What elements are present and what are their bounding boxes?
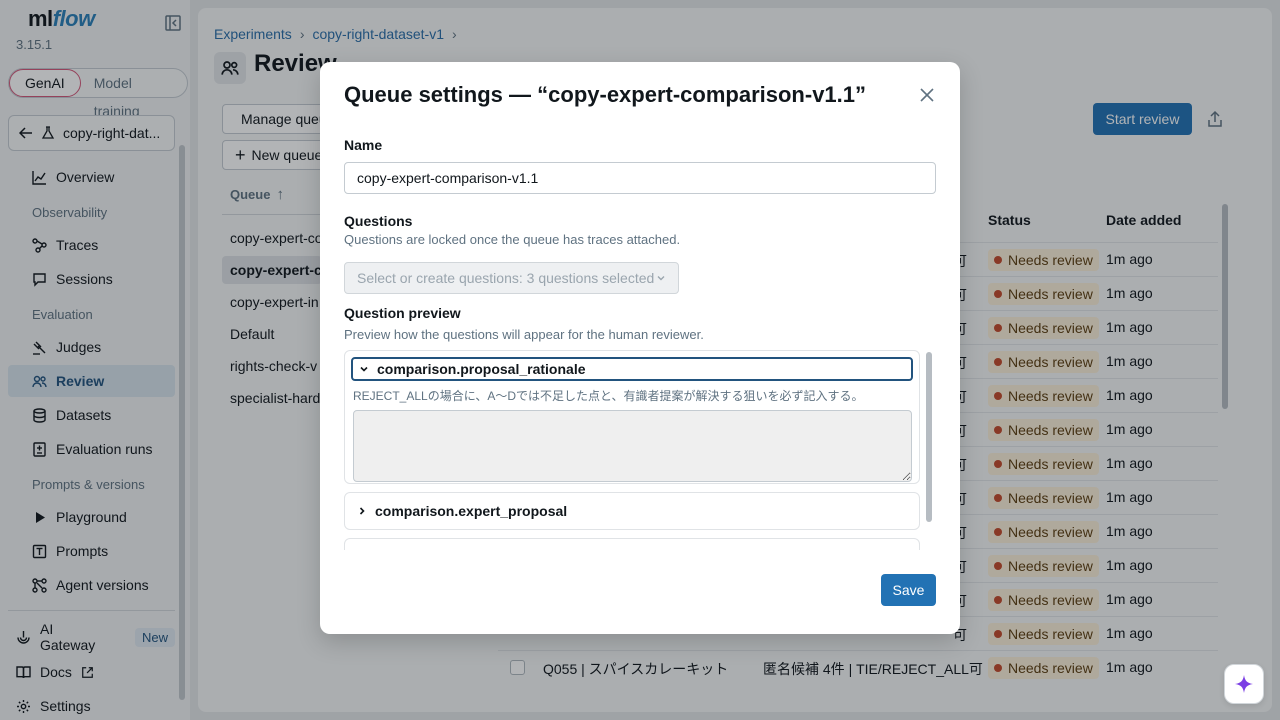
assistant-button[interactable] xyxy=(1224,664,1264,704)
question-accordion-collapsed[interactable]: comparison.expert_proposal xyxy=(344,492,920,530)
question-accordion-expanded: comparison.proposal_rationale REJECT_ALL… xyxy=(344,350,920,484)
name-label: Name xyxy=(344,137,383,153)
question-preview-hint: Preview how the questions will appear fo… xyxy=(344,327,704,342)
question-preview-label: Question preview xyxy=(344,305,461,321)
question-accordion-partial[interactable] xyxy=(344,538,920,550)
chevron-right-icon xyxy=(359,507,365,515)
questions-select: Select or create questions: 3 questions … xyxy=(344,262,679,294)
chevron-down-icon xyxy=(360,366,368,372)
chevron-down-icon xyxy=(657,276,665,281)
question-answer-textarea[interactable] xyxy=(353,410,912,482)
question-accordion-header[interactable]: comparison.proposal_rationale xyxy=(351,357,913,381)
queue-name-input[interactable] xyxy=(344,162,936,194)
modal-title: Queue settings — “copy-expert-comparison… xyxy=(344,82,867,107)
questions-hint: Questions are locked once the queue has … xyxy=(344,232,681,247)
sparkle-icon xyxy=(1235,675,1253,693)
save-button[interactable]: Save xyxy=(881,574,936,606)
question-accordion-header[interactable]: comparison.expert_proposal xyxy=(345,493,919,529)
close-icon[interactable] xyxy=(918,86,936,104)
questions-label: Questions xyxy=(344,213,413,229)
question-description: REJECT_ALLの場合に、A〜Dでは不足した点と、有識者提案が解決する狙いを… xyxy=(353,389,864,403)
queue-settings-modal: Queue settings — “copy-expert-comparison… xyxy=(320,62,960,634)
question-preview-list: comparison.proposal_rationale REJECT_ALL… xyxy=(344,350,936,550)
preview-scrollbar[interactable] xyxy=(926,352,932,522)
